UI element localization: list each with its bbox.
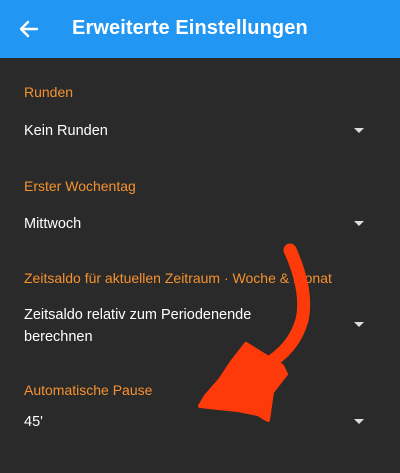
chevron-down-icon — [354, 322, 364, 327]
auto-break-value: 45' — [24, 414, 43, 430]
back-button[interactable] — [12, 12, 46, 46]
time-balance-dropdown[interactable]: Zeitsaldo relativ zum Periodenende berec… — [0, 302, 400, 350]
section-label-first-weekday: Erster Wochentag — [24, 178, 136, 194]
page-title: Erweiterte Einstellungen — [72, 17, 308, 39]
section-label-rounding: Runden — [24, 84, 74, 100]
section-label-time-balance: Zeitsaldo für aktuellen Zeitraum · Woche… — [24, 270, 332, 286]
time-balance-value-line2: berechnen — [24, 329, 93, 345]
first-weekday-value: Mittwoch — [24, 216, 82, 232]
app-bar: Erweiterte Einstellungen — [0, 0, 400, 58]
rounding-value: Kein Runden — [24, 123, 108, 139]
section-label-auto-break: Automatische Pause — [24, 382, 153, 398]
rounding-dropdown[interactable]: Kein Runden — [0, 116, 400, 146]
chevron-down-icon — [354, 221, 364, 226]
auto-break-dropdown[interactable]: 45' — [0, 407, 400, 437]
arrow-left-icon — [19, 20, 39, 38]
time-balance-value-line1: Zeitsaldo relativ zum Periodenende — [24, 307, 252, 323]
first-weekday-dropdown[interactable]: Mittwoch — [0, 209, 400, 239]
chevron-down-icon — [354, 128, 364, 133]
chevron-down-icon — [354, 419, 364, 424]
